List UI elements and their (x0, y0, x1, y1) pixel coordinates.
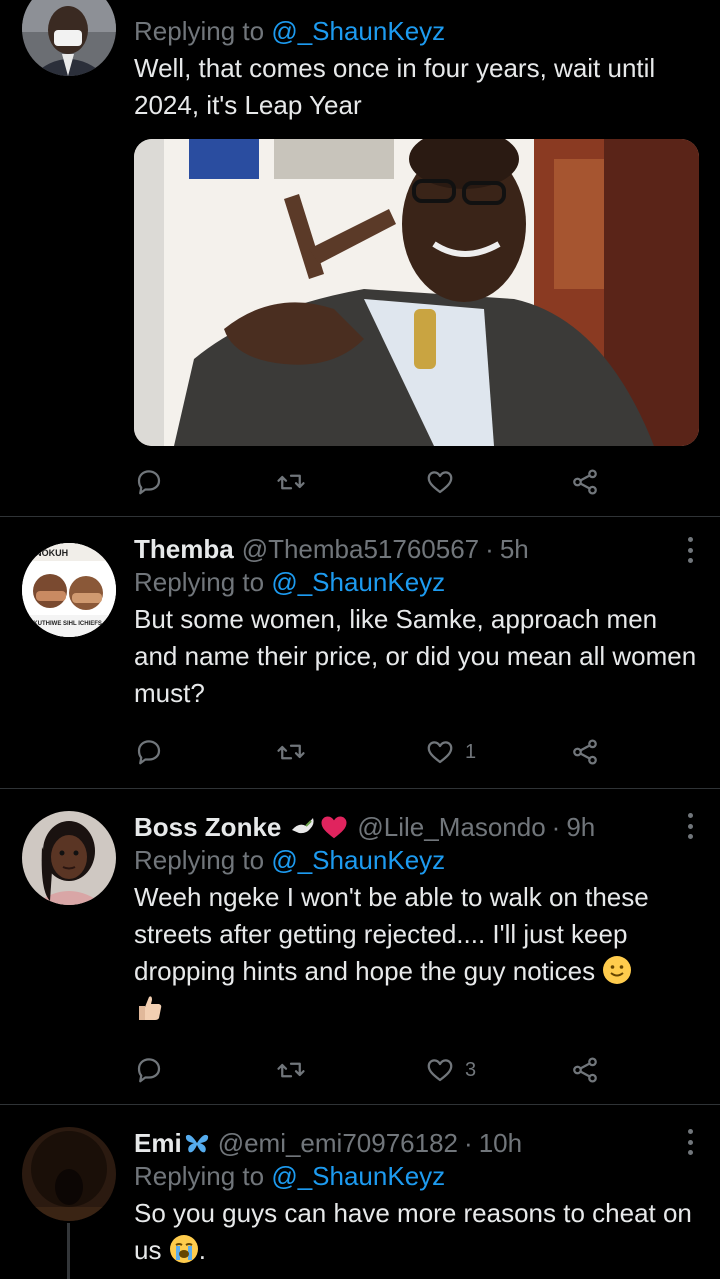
share-icon (573, 469, 597, 495)
user-handle[interactable]: @emi_emi70976182 (218, 1127, 458, 1159)
share-button[interactable] (570, 1052, 600, 1088)
tweet-header: Themba @Themba51760567 · 5h (134, 533, 698, 565)
replying-to-handle[interactable]: @_ShaunKeyz (271, 567, 445, 597)
photo-image (134, 139, 699, 446)
retweet-button[interactable] (276, 1052, 306, 1088)
more-icon[interactable] (686, 1129, 694, 1155)
replying-to-label: Replying to (134, 567, 265, 597)
replying-to: Replying to @_ShaunKeyz (134, 14, 698, 48)
like-count: 1 (465, 740, 477, 763)
tweet-2[interactable]: IA NOKUH ZE KUTHIWE SIHL ICHIEFS Themba … (0, 517, 720, 789)
avatar-image (22, 1127, 116, 1221)
replying-to: Replying to @_ShaunKeyz (134, 565, 698, 599)
timestamp[interactable]: 10h (479, 1127, 522, 1159)
user-handle[interactable]: @Lile_Masondo (357, 811, 545, 843)
reply-button[interactable] (134, 734, 164, 770)
thumbs-up-icon (139, 996, 162, 1020)
share-button[interactable] (570, 464, 600, 500)
separator-dot: · (485, 534, 494, 564)
dove-emoji-icon (292, 818, 314, 834)
avatar-image: IA NOKUH ZE KUTHIWE SIHL ICHIEFS (22, 543, 116, 637)
tweet-actions (134, 464, 614, 500)
slightly-smiling-face-icon (603, 956, 632, 984)
tweet-media-photo[interactable] (134, 139, 699, 446)
tweet-4[interactable]: Emi @emi_emi70976182 · 10h Replying to @… (0, 1105, 720, 1279)
like-count: 3 (465, 1058, 477, 1081)
tweet-actions: 3 (134, 1052, 614, 1088)
reply-icon (137, 740, 161, 765)
timestamp[interactable]: 9h (566, 811, 595, 843)
tweet-text: So you guys can have more reasons to che… (134, 1198, 692, 1265)
display-name[interactable]: Themba (134, 533, 234, 565)
reply-button[interactable] (134, 1052, 164, 1088)
loudly-crying-face-icon (169, 1235, 198, 1263)
replying-to-handle[interactable]: @_ShaunKeyz (271, 16, 445, 46)
tweet-text-block: So you guys can have more reasons to che… (134, 1195, 698, 1269)
tweet-text: Well, that comes once in four years, wai… (134, 53, 656, 120)
retweet-icon (277, 1062, 305, 1078)
heart-icon (427, 471, 453, 494)
replying-to-label: Replying to (134, 845, 265, 875)
avatar[interactable] (22, 0, 116, 76)
replying-to-label: Replying to (134, 16, 265, 46)
retweet-icon (277, 474, 305, 490)
avatar[interactable] (22, 1127, 116, 1221)
separator-dot: · (464, 1128, 473, 1158)
red-heart-icon (321, 816, 347, 839)
like-button[interactable] (425, 464, 465, 500)
tweet-3[interactable]: Boss Zonke @Lile_Masondo · 9h Replying t… (0, 789, 720, 1105)
replying-to-handle[interactable]: @_ShaunKeyz (271, 845, 445, 875)
heart-icon (427, 1059, 453, 1082)
replying-to: Replying to @_ShaunKeyz (134, 843, 698, 877)
tweet-header: Boss Zonke @Lile_Masondo · 9h (134, 811, 698, 843)
display-name[interactable]: Emi (134, 1127, 182, 1159)
tweet-text: But some women, like Samke, approach men… (134, 604, 697, 708)
tweet-1[interactable]: Replying to @_ShaunKeyz Well, that comes… (0, 0, 720, 517)
replying-to-handle[interactable]: @_ShaunKeyz (271, 1161, 445, 1191)
avatar[interactable]: IA NOKUH ZE KUTHIWE SIHL ICHIEFS (22, 543, 116, 637)
butterfly-emoji-icon (185, 1134, 208, 1153)
avatar-image (22, 811, 116, 905)
retweet-button[interactable] (276, 734, 306, 770)
tweet-text-tail: . (198, 1235, 206, 1265)
heart-icon (427, 741, 453, 764)
avatar-caption-bottom: ZE KUTHIWE SIHL ICHIEFS (24, 621, 102, 627)
timestamp[interactable]: 5h (500, 533, 529, 565)
share-button[interactable] (570, 734, 600, 770)
tweet-text-block: Weeh ngeke I won't be able to walk on th… (134, 879, 698, 1027)
retweet-button[interactable] (276, 464, 306, 500)
thread-line (67, 1223, 70, 1279)
avatar-caption-top: IA NOKUH (24, 548, 68, 558)
reply-button[interactable] (134, 464, 164, 500)
share-icon (573, 739, 597, 765)
like-button[interactable]: 3 (425, 1052, 476, 1088)
retweet-icon (277, 744, 305, 760)
separator-dot: · (551, 812, 561, 842)
more-icon[interactable] (686, 813, 694, 839)
tweet-header: Emi @emi_emi70976182 · 10h (134, 1127, 698, 1159)
more-icon[interactable] (686, 537, 694, 563)
like-button[interactable]: 1 (425, 734, 476, 770)
share-icon (573, 1057, 597, 1083)
user-handle[interactable]: @Themba51760567 (242, 533, 479, 565)
tweet-text: Weeh ngeke I won't be able to walk on th… (134, 882, 649, 986)
display-name[interactable]: Boss Zonke (134, 811, 281, 843)
reply-icon (137, 470, 161, 495)
avatar[interactable] (22, 811, 116, 905)
avatar-image (22, 0, 116, 76)
reply-icon (137, 1058, 161, 1083)
replying-to: Replying to @_ShaunKeyz (134, 1159, 698, 1193)
tweet-actions: 1 (134, 734, 614, 770)
replying-to-label: Replying to (134, 1161, 265, 1191)
